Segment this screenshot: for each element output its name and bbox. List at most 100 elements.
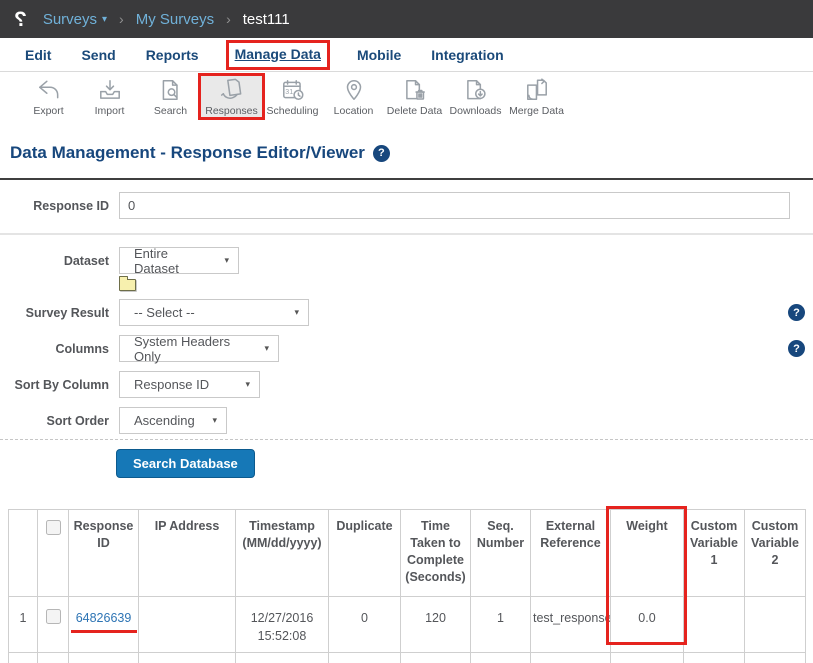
manage-data-toolbar: Export Import Search Responses 31 Schedu… — [0, 72, 813, 126]
chevron-down-icon: ▾ — [245, 379, 250, 390]
tab-edit[interactable]: Edit — [10, 47, 66, 63]
sort-order-select[interactable]: Ascending ▾ — [119, 407, 227, 434]
col-response-id: Response ID — [69, 510, 139, 597]
survey-result-row: Survey Result -- Select -- ▾ ? — [0, 299, 813, 326]
response-id-link[interactable]: 64826639 — [76, 611, 132, 625]
questionpro-logo-icon[interactable]: ? — [14, 9, 27, 30]
breadcrumb-separator-icon: › — [226, 11, 231, 27]
toolbar-merge-data[interactable]: Merge Data — [506, 76, 567, 117]
sort-by-label: Sort By Column — [0, 378, 119, 392]
breadcrumb-surveys[interactable]: Surveys — [43, 11, 97, 28]
toolbar-scheduling[interactable]: 31 Scheduling — [262, 76, 323, 117]
toolbar-responses[interactable]: Responses — [201, 76, 262, 117]
top-header-bar: ? Surveys ▾ › My Surveys › test111 — [0, 0, 813, 38]
tab-mobile[interactable]: Mobile — [342, 47, 416, 63]
row-index-cell: 1 — [9, 597, 38, 653]
row-number-header — [9, 510, 38, 597]
toolbar-label: Export — [33, 105, 63, 117]
col-duplicate: Duplicate — [329, 510, 401, 597]
dataset-select-value: Entire Dataset — [134, 246, 214, 276]
scheduling-icon: 31 — [280, 77, 306, 103]
toolbar-label: Downloads — [450, 105, 502, 117]
responses-icon — [219, 77, 245, 103]
col-external-reference: External Reference — [531, 510, 611, 597]
custom-variable-1-cell — [684, 597, 745, 653]
tab-integration[interactable]: Integration — [416, 47, 518, 63]
select-all-checkbox[interactable] — [46, 520, 61, 535]
sort-by-row: Sort By Column Response ID ▾ — [0, 371, 813, 398]
toolbar-label: Responses — [205, 105, 258, 117]
chevron-down-icon: ▾ — [264, 343, 269, 354]
survey-result-select[interactable]: -- Select -- ▾ — [119, 299, 309, 326]
survey-result-help-icon[interactable]: ? — [788, 304, 805, 321]
col-ip-address: IP Address — [139, 510, 236, 597]
columns-select-value: System Headers Only — [134, 334, 254, 364]
toolbar-label: Import — [95, 105, 125, 117]
tab-reports[interactable]: Reports — [131, 47, 214, 63]
results-table-wrap: Response ID IP Address Timestamp (MM/dd/… — [0, 509, 813, 663]
time-taken-cell: 120 — [401, 597, 471, 653]
table-row: 1 64826639 12/27/2016 15:52:08 0 120 1 t… — [9, 597, 806, 653]
search-icon — [158, 77, 184, 103]
merge-data-icon — [524, 77, 550, 103]
custom-variable-2-cell — [745, 597, 806, 653]
survey-result-label: Survey Result — [0, 306, 119, 320]
search-database-button[interactable]: Search Database — [116, 449, 255, 478]
response-editor-form: Response ID Dataset Entire Dataset ▾ Sur… — [0, 192, 813, 478]
row-select-cell — [38, 597, 69, 653]
col-weight: Weight — [611, 510, 684, 597]
annotation-manage-data-box: Manage Data — [229, 43, 327, 67]
columns-label: Columns — [0, 342, 119, 356]
toolbar-import[interactable]: Import — [79, 76, 140, 117]
response-id-input[interactable] — [119, 192, 790, 219]
title-divider — [0, 178, 813, 180]
toolbar-search[interactable]: Search — [140, 76, 201, 117]
form-divider — [0, 233, 813, 235]
col-custom-variable-2: Custom Variable 2 — [745, 510, 806, 597]
duplicate-cell: 0 — [329, 597, 401, 653]
sort-order-label: Sort Order — [0, 414, 119, 428]
columns-help-icon[interactable]: ? — [788, 340, 805, 357]
toolbar-label: Merge Data — [509, 105, 564, 117]
dataset-select[interactable]: Entire Dataset ▾ — [119, 247, 239, 274]
timestamp-date: 12/27/2016 — [238, 609, 326, 627]
chevron-down-icon: ▾ — [224, 255, 229, 266]
folder-icon[interactable] — [119, 279, 136, 291]
external-reference-cell: test_response — [531, 597, 611, 653]
title-help-icon[interactable]: ? — [373, 145, 390, 162]
tab-manage-data[interactable]: Manage Data — [235, 46, 321, 62]
columns-row: Columns System Headers Only ▾ ? — [0, 335, 813, 362]
col-custom-variable-1: Custom Variable 1 — [684, 510, 745, 597]
tab-send[interactable]: Send — [66, 47, 130, 63]
toolbar-export[interactable]: Export — [18, 76, 79, 117]
row-checkbox[interactable] — [46, 609, 61, 624]
timestamp-time: 15:52:08 — [238, 627, 326, 645]
toolbar-delete-data[interactable]: Delete Data — [384, 76, 445, 117]
sort-by-select[interactable]: Response ID ▾ — [119, 371, 260, 398]
sort-order-row: Sort Order Ascending ▾ — [0, 407, 813, 434]
main-nav-tabbar: Edit Send Reports Manage Data Mobile Int… — [0, 38, 813, 72]
downloads-icon — [463, 77, 489, 103]
response-id-row: Response ID — [0, 192, 813, 219]
toolbar-label: Location — [334, 105, 374, 117]
chevron-down-icon: ▾ — [294, 307, 299, 318]
response-id-label: Response ID — [0, 199, 119, 213]
export-icon — [36, 77, 62, 103]
sort-order-select-value: Ascending — [134, 413, 195, 428]
toolbar-downloads[interactable]: Downloads — [445, 76, 506, 117]
col-time-taken: Time Taken to Complete (Seconds) — [401, 510, 471, 597]
chevron-down-icon: ▾ — [212, 415, 217, 426]
toolbar-label: Scheduling — [267, 105, 319, 117]
results-table: Response ID IP Address Timestamp (MM/dd/… — [8, 509, 806, 663]
breadcrumb-my-surveys[interactable]: My Surveys — [136, 11, 214, 28]
select-all-header — [38, 510, 69, 597]
col-seq-number: Seq. Number — [471, 510, 531, 597]
form-dashed-divider — [0, 439, 813, 440]
page-title: Data Management - Response Editor/Viewer — [10, 143, 365, 163]
surveys-dropdown-caret-icon[interactable]: ▾ — [102, 14, 107, 25]
timestamp-cell: 12/27/2016 15:52:08 — [236, 597, 329, 653]
columns-select[interactable]: System Headers Only ▾ — [119, 335, 279, 362]
dataset-label: Dataset — [0, 254, 119, 268]
survey-result-select-value: -- Select -- — [134, 305, 195, 320]
toolbar-location[interactable]: Location — [323, 76, 384, 117]
